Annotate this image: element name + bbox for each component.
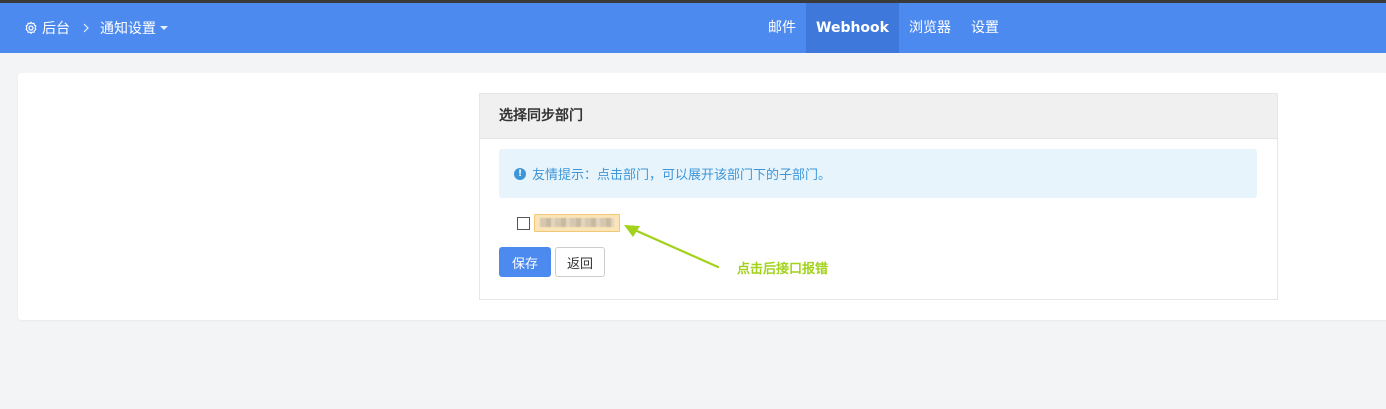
back-button[interactable]: 返回 (555, 247, 605, 277)
tip-text: 友情提示：点击部门，可以展开该部门下的子部门。 (532, 168, 832, 183)
gear-icon[interactable] (24, 21, 38, 35)
chevron-right-icon (82, 23, 90, 33)
breadcrumb-home[interactable]: 后台 (42, 18, 70, 38)
department-tree-item (517, 214, 620, 232)
nav-tabs: 邮件 Webhook 浏览器 设置 (758, 3, 1009, 53)
breadcrumb-section[interactable]: 通知设置 (100, 18, 156, 38)
tip-alert: ! 友情提示：点击部门，可以展开该部门下的子部门。 (499, 149, 1257, 198)
top-navbar: 后台 通知设置 邮件 Webhook 浏览器 设置 (0, 3, 1386, 53)
breadcrumb: 后台 通知设置 (24, 3, 168, 53)
card-title: 选择同步部门 (480, 94, 1277, 139)
annotation-arrow (624, 225, 720, 269)
redacted-text (540, 218, 614, 227)
info-icon: ! (514, 167, 526, 180)
tab-mail[interactable]: 邮件 (758, 3, 806, 53)
annotation-text: 点击后接口报错 (737, 262, 829, 277)
tab-browser[interactable]: 浏览器 (899, 3, 961, 53)
save-button[interactable]: 保存 (499, 247, 551, 277)
caret-down-icon[interactable] (160, 26, 168, 30)
department-checkbox[interactable] (517, 216, 530, 230)
tab-settings[interactable]: 设置 (961, 3, 1009, 53)
tab-webhook[interactable]: Webhook (806, 3, 899, 53)
department-name-redacted[interactable] (534, 214, 620, 232)
department-card: 选择同步部门 ! 友情提示：点击部门，可以展开该部门下的子部门。 保存 返回 (479, 93, 1278, 300)
